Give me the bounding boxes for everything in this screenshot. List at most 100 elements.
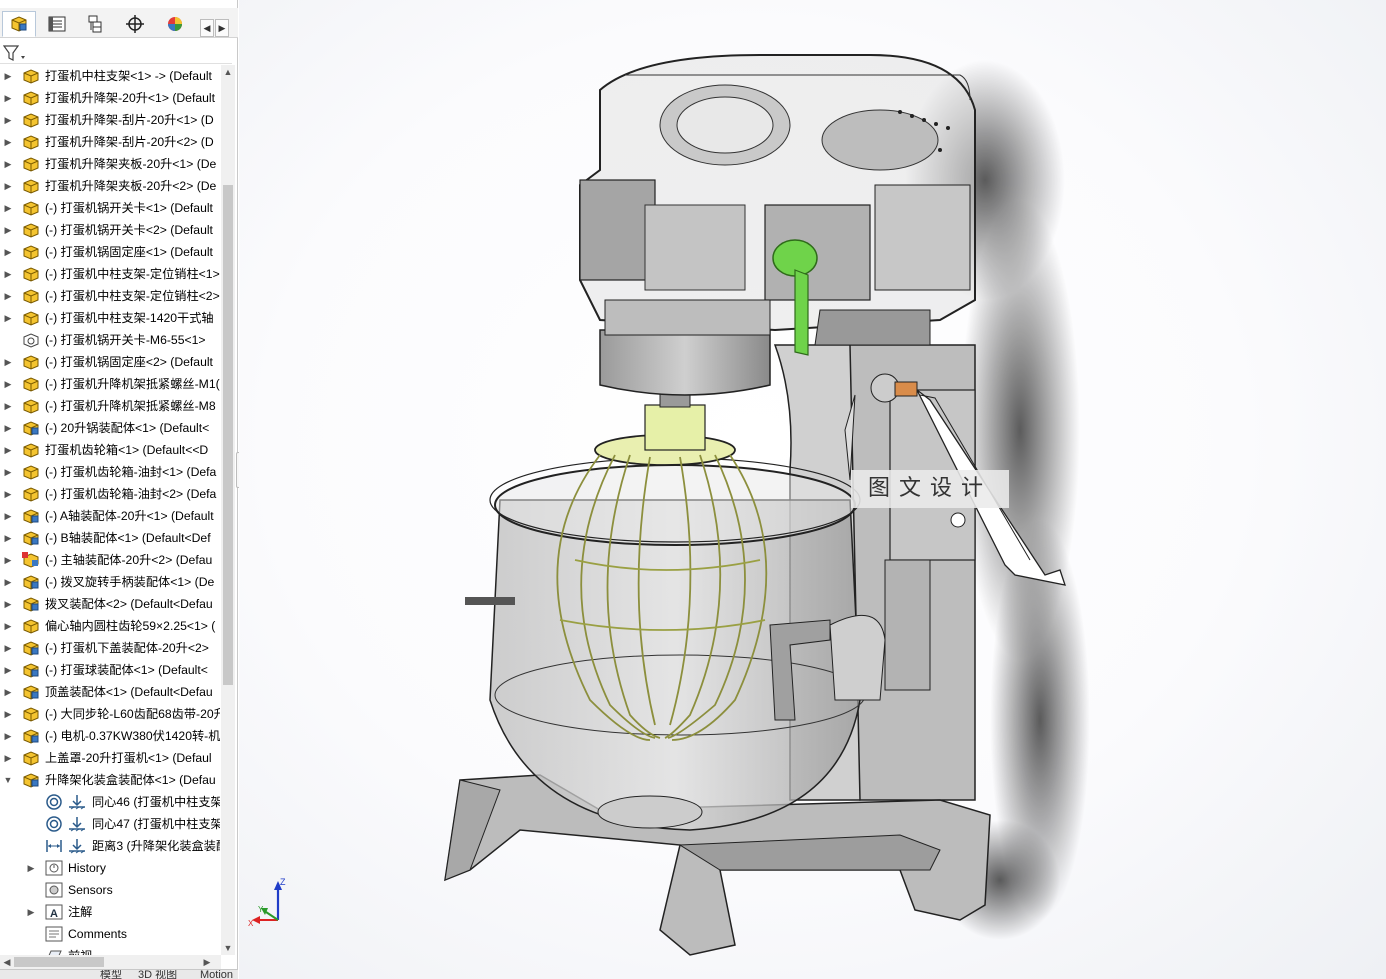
expand-icon[interactable]: ▶ xyxy=(3,615,13,637)
expand-icon[interactable]: ▶ xyxy=(3,65,13,87)
tree-item[interactable]: ▶ (-) 打蛋机锅固定座<2> (Default xyxy=(0,351,220,373)
expand-icon[interactable]: ▶ xyxy=(3,439,13,461)
tree-item-label: 打蛋机齿轮箱<1> (Default<<D xyxy=(45,443,209,457)
collapse-icon[interactable]: ▼ xyxy=(3,769,13,791)
vertical-scroll-thumb[interactable] xyxy=(223,185,233,685)
filter-icon[interactable] xyxy=(3,44,27,62)
feature-item-plane[interactable]: 前视 xyxy=(0,945,220,955)
expand-icon[interactable]: ▶ xyxy=(3,747,13,769)
part-icon xyxy=(22,354,40,370)
tree-item[interactable]: ▶ (-) A轴装配体-20升<1> (Default xyxy=(0,505,220,527)
expand-icon[interactable]: ▶ xyxy=(3,307,13,329)
tree-item[interactable]: ▶ (-) 打蛋机中柱支架-定位销柱<1> xyxy=(0,263,220,285)
expand-icon[interactable]: ▶ xyxy=(3,197,13,219)
expand-icon[interactable]: ▶ xyxy=(3,395,13,417)
expand-icon[interactable]: ▶ xyxy=(3,659,13,681)
tree-item[interactable]: ▶ (-) 拨叉旋转手柄装配体<1> (De xyxy=(0,571,220,593)
tree-item[interactable]: ▶ (-) 电机-0.37KW380伏1420转-机 xyxy=(0,725,220,747)
tab-dimxpert-manager[interactable] xyxy=(118,11,152,37)
part-icon xyxy=(22,178,40,194)
tree-item[interactable]: ▶ 打蛋机升降架-20升<1> (Default xyxy=(0,87,220,109)
scroll-down-icon[interactable]: ▼ xyxy=(221,941,235,955)
feature-item-history[interactable]: ▶ History xyxy=(0,857,220,879)
expand-icon[interactable]: ▶ xyxy=(3,593,13,615)
expand-icon[interactable]: ▶ xyxy=(3,241,13,263)
feature-item-comments[interactable]: Comments xyxy=(0,923,220,945)
expand-icon[interactable]: ▶ xyxy=(3,285,13,307)
tree-item[interactable]: ▶ (-) 打蛋机升降机架抵紧螺丝-M1( xyxy=(0,373,220,395)
expand-icon[interactable]: ▶ xyxy=(3,263,13,285)
expand-icon[interactable]: ▶ xyxy=(3,87,13,109)
expand-icon[interactable]: ▶ xyxy=(3,373,13,395)
tree-item[interactable]: ▶ 上盖罩-20升打蛋机<1> (Defaul xyxy=(0,747,220,769)
tree-item[interactable]: ▶ (-) 打蛋机锅开关卡<2> (Default xyxy=(0,219,220,241)
scroll-right-icon[interactable]: ▶ xyxy=(200,955,214,969)
expand-icon[interactable]: ▶ xyxy=(26,857,36,879)
tree-item[interactable]: ▶ (-) 打蛋机下盖装配体-20升<2> xyxy=(0,637,220,659)
tab-3d-view[interactable]: 3D 视图 xyxy=(138,970,177,979)
tree-item[interactable]: ▶ 打蛋机升降架夹板-20升<1> (De xyxy=(0,153,220,175)
tree-item[interactable]: ▶ 顶盖装配体<1> (Default<Defau xyxy=(0,681,220,703)
horizontal-scroll-thumb[interactable] xyxy=(14,957,104,967)
tab-scroll-right-button[interactable]: ▶ xyxy=(215,19,229,37)
mate-item-label: 同心46 (打蛋机中柱支架 xyxy=(92,795,220,809)
expand-icon[interactable]: ▶ xyxy=(3,505,13,527)
tree-item[interactable]: ▶ (-) 打蛋球装配体<1> (Default< xyxy=(0,659,220,681)
expand-icon[interactable]: ▶ xyxy=(3,549,13,571)
tree-item[interactable]: ▶ (-) 打蛋机锅开关卡<1> (Default xyxy=(0,197,220,219)
tree-item[interactable]: ▶ 打蛋机升降架-刮片-20升<2> (D xyxy=(0,131,220,153)
expand-icon[interactable]: ▶ xyxy=(3,725,13,747)
expand-icon[interactable]: ▶ xyxy=(3,219,13,241)
tree-item[interactable]: ▶ 偏心轴内圆柱齿轮59×2.25<1> ( xyxy=(0,615,220,637)
tree-item[interactable]: ▶ (-) 大同步轮-L60齿配68齿带-20升 xyxy=(0,703,220,725)
mate-item[interactable]: 同心46 (打蛋机中柱支架 xyxy=(0,791,220,813)
bottom-tabs: 模型 3D 视图 Motion Study 1 xyxy=(0,969,238,979)
expand-icon[interactable]: ▶ xyxy=(3,571,13,593)
mate-item[interactable]: 距离3 (升降架化装盒装配 xyxy=(0,835,220,857)
feature-item-annotations[interactable]: ▶ A 注解 xyxy=(0,901,220,923)
tree-item[interactable]: ▶ 打蛋机中柱支架<1> -> (Default xyxy=(0,65,220,87)
expand-icon[interactable]: ▶ xyxy=(3,461,13,483)
graphics-viewport[interactable]: 图文设计 xyxy=(239,0,1386,979)
tree-item[interactable]: ▼ 升降架化装盒装配体<1> (Defau xyxy=(0,769,220,791)
tree-item[interactable]: ▶ (-) 打蛋机锅固定座<1> (Default xyxy=(0,241,220,263)
tab-model[interactable]: 模型 xyxy=(100,970,122,979)
expand-icon[interactable]: ▶ xyxy=(3,637,13,659)
expand-icon[interactable]: ▶ xyxy=(3,417,13,439)
tree-item[interactable]: ▶ 打蛋机升降架夹板-20升<2> (De xyxy=(0,175,220,197)
expand-icon[interactable]: ▶ xyxy=(26,901,36,923)
expand-icon[interactable]: ▶ xyxy=(3,131,13,153)
tree-item[interactable]: ▶ 打蛋机升降架-刮片-20升<1> (D xyxy=(0,109,220,131)
tree-item[interactable]: ▶ (-) B轴装配体<1> (Default<Def xyxy=(0,527,220,549)
tree-item[interactable]: ▶ 拨叉装配体<2> (Default<Defau xyxy=(0,593,220,615)
expand-icon[interactable]: ▶ xyxy=(3,703,13,725)
mate-item[interactable]: 同心47 (打蛋机中柱支架 xyxy=(0,813,220,835)
expand-icon[interactable]: ▶ xyxy=(3,483,13,505)
expand-icon[interactable]: ▶ xyxy=(3,175,13,197)
tab-property-manager[interactable] xyxy=(40,11,74,37)
expand-icon[interactable]: ▶ xyxy=(3,351,13,373)
tree-item[interactable]: ▶ (-) 主轴装配体-20升<2> (Defau xyxy=(0,549,220,571)
tree-item[interactable]: ▶ (-) 打蛋机中柱支架-1420干式轴 xyxy=(0,307,220,329)
feature-item-sensors[interactable]: Sensors xyxy=(0,879,220,901)
tree-item[interactable]: ▶ (-) 打蛋机中柱支架-定位销柱<2> xyxy=(0,285,220,307)
tab-display-manager[interactable] xyxy=(158,11,192,37)
tab-feature-manager[interactable] xyxy=(2,11,36,37)
tree-item[interactable]: ▶ 打蛋机齿轮箱<1> (Default<<D xyxy=(0,439,220,461)
scroll-left-icon[interactable]: ◀ xyxy=(0,955,14,969)
tree-item[interactable]: ▶ (-) 打蛋机齿轮箱-油封<2> (Defa xyxy=(0,483,220,505)
expand-icon[interactable]: ▶ xyxy=(3,527,13,549)
tree-vertical-scrollbar[interactable]: ▲ ▼ xyxy=(221,65,235,955)
tab-motion-study[interactable]: Motion Study 1 xyxy=(200,970,238,979)
expand-icon[interactable]: ▶ xyxy=(3,109,13,131)
scroll-up-icon[interactable]: ▲ xyxy=(221,65,235,79)
tab-configuration-manager[interactable] xyxy=(78,11,112,37)
expand-icon[interactable]: ▶ xyxy=(3,153,13,175)
tree-item[interactable]: (-) 打蛋机锅开关卡-M6-55<1> xyxy=(0,329,220,351)
tree-item[interactable]: ▶ (-) 20升锅装配体<1> (Default< xyxy=(0,417,220,439)
expand-icon[interactable]: ▶ xyxy=(3,681,13,703)
tab-scroll-left-button[interactable]: ◀ xyxy=(200,19,214,37)
tree-item[interactable]: ▶ (-) 打蛋机升降机架抵紧螺丝-M8 xyxy=(0,395,220,417)
tree-horizontal-scrollbar[interactable]: ◀ ▶ xyxy=(0,955,221,969)
tree-item[interactable]: ▶ (-) 打蛋机齿轮箱-油封<1> (Defa xyxy=(0,461,220,483)
